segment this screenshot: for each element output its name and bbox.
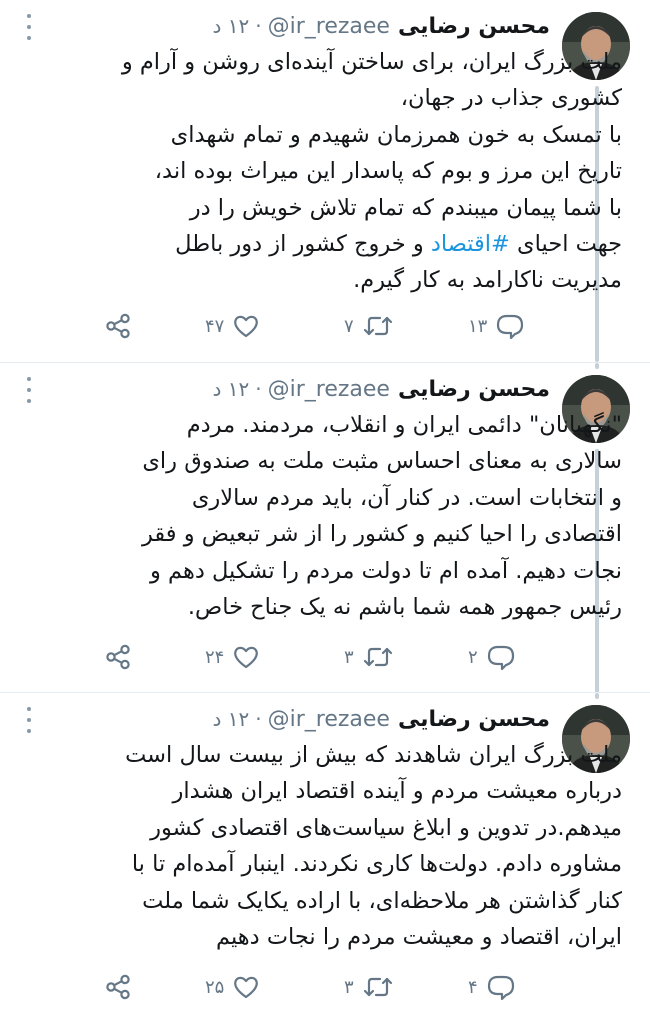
retweet-icon — [363, 647, 392, 667]
retweet-count: ۳ — [344, 646, 354, 668]
reply-icon — [497, 314, 524, 340]
text-line: کشوری جذاب در جهان، — [400, 85, 622, 112]
like-button[interactable]: ۲۴ — [205, 639, 260, 675]
heart-icon — [234, 646, 259, 669]
text-line: و انتخابات است. در کنار آن، باید مردم سا… — [191, 484, 622, 511]
text-line: میدهم.در تدوین و ابلاغ سیاست‌های اقتصادی… — [150, 814, 622, 841]
more-options-icon[interactable] — [24, 707, 34, 733]
share-button[interactable] — [104, 308, 132, 344]
text-line: "نگهبانان" دائمی ایران و انقلاب، مردمند.… — [186, 412, 622, 438]
text-line: مدیریت ناکارامد به کار گیرم. — [353, 267, 622, 294]
tweet-header: محسن رضایی @ir_rezaee · ۱۲ د — [213, 375, 551, 403]
text-line: ایران، اقتصاد و معیشت مردم را نجات دهیم — [216, 924, 622, 951]
action-bar: ۲۴ ۳ ۲ — [0, 639, 650, 675]
author-handle[interactable]: @ir_rezaee — [268, 14, 390, 39]
reply-button[interactable]: ۲ — [468, 639, 516, 675]
text-line: سالاری به معنای احساس مثبت ملت به صندوق … — [142, 448, 622, 475]
share-button[interactable] — [104, 639, 132, 675]
hashtag-link[interactable]: #اقتصاد — [431, 231, 510, 257]
text-line: مشاوره دادم. دولت‌ها کاری نکردند. اینبار… — [131, 851, 622, 878]
share-icon — [106, 974, 130, 1000]
reply-count: ۴ — [468, 976, 478, 998]
reply-icon — [487, 645, 514, 671]
author-name[interactable]: محسن رضایی — [398, 707, 550, 732]
reply-count: ۲ — [468, 646, 478, 668]
more-options-icon[interactable] — [24, 14, 34, 40]
text-line: با شما پیمان میبندم که تمام تلاش خویش را… — [189, 194, 622, 221]
text-line: درباره معیشت مردم و آینده اقتصاد ایران ه… — [172, 778, 622, 805]
author-name[interactable]: محسن رضایی — [398, 14, 550, 39]
retweet-count: ۳ — [344, 976, 354, 998]
retweet-icon — [363, 316, 392, 336]
like-count: ۲۵ — [205, 976, 225, 998]
retweet-button[interactable]: ۳ — [344, 639, 394, 675]
tweet-header: محسن رضایی @ir_rezaee · ۱۲ د — [213, 705, 551, 733]
author-name[interactable]: محسن رضایی — [398, 377, 550, 402]
author-handle[interactable]: @ir_rezaee — [268, 377, 390, 402]
thread-connector — [595, 363, 599, 369]
share-icon — [106, 313, 130, 339]
separator-dot: · — [255, 14, 262, 38]
tweet-thread: محسن رضایی @ir_rezaee · ۱۲ د ملت بزرگ ای… — [0, 0, 650, 1020]
action-bar: ۴۷ ۷ ۱۳ — [0, 308, 650, 344]
separator-dot: · — [255, 707, 262, 731]
text-line: نجات دهیم. آمده ام تا دولت مردم را تشکیل… — [149, 557, 622, 584]
text-line: ملت بزرگ ایران شاهدند که بیش از بیست سال… — [125, 742, 622, 768]
reply-count: ۱۳ — [468, 315, 488, 337]
separator-dot: · — [255, 377, 262, 401]
like-count: ۴۷ — [205, 315, 225, 337]
tweet-text: ملت بزرگ ایران، برای ساختن آینده‌ای روشن… — [14, 44, 622, 299]
retweet-button[interactable]: ۷ — [344, 308, 394, 344]
tweet-text: ملت بزرگ ایران شاهدند که بیش از بیست سال… — [14, 737, 622, 955]
more-options-icon[interactable] — [24, 377, 34, 403]
text-line: رئیس جمهور همه شما باشم نه یک جناح خاص. — [187, 594, 622, 621]
text-line: تاریخ این مرز و بوم که پاسدار این میراث … — [154, 158, 622, 185]
text-line: کنار گذاشتن هر ملاحظه‌ای، با اراده یکایک… — [142, 887, 622, 914]
retweet-button[interactable]: ۳ — [344, 969, 394, 1005]
tweet-header: محسن رضایی @ir_rezaee · ۱۲ د — [213, 12, 551, 40]
author-handle[interactable]: @ir_rezaee — [268, 707, 390, 732]
timestamp[interactable]: ۱۲ د — [213, 707, 250, 731]
thread-connector — [595, 693, 599, 699]
retweet-count: ۷ — [344, 315, 354, 337]
retweet-icon — [363, 977, 392, 997]
like-count: ۲۴ — [205, 646, 225, 668]
timestamp[interactable]: ۱۲ د — [213, 14, 250, 38]
heart-icon — [234, 315, 259, 338]
tweet[interactable]: محسن رضایی @ir_rezaee · ۱۲ د ملت بزرگ ای… — [0, 692, 650, 1021]
text-fragment: جهت احیای — [509, 231, 622, 258]
reply-button[interactable]: ۴ — [468, 969, 516, 1005]
like-button[interactable]: ۴۷ — [205, 308, 260, 344]
reply-icon — [487, 975, 514, 1001]
text-line: با تمسک به خون همرزمان شهیدم و تمام شهدا… — [170, 121, 622, 148]
text-fragment: و خروج کشور از دور باطل — [175, 231, 431, 258]
share-button[interactable] — [104, 969, 132, 1005]
tweet[interactable]: محسن رضایی @ir_rezaee · ۱۲ د "نگهبانان" … — [0, 362, 650, 693]
heart-icon — [234, 976, 259, 999]
tweet[interactable]: محسن رضایی @ir_rezaee · ۱۲ د ملت بزرگ ای… — [0, 0, 650, 362]
tweet-text: "نگهبانان" دائمی ایران و انقلاب، مردمند.… — [14, 407, 622, 625]
text-line: جهت احیای #اقتصاد و خروج کشور از دور باط… — [14, 226, 622, 262]
text-line: ملت بزرگ ایران، برای ساختن آینده‌ای روشن… — [121, 49, 622, 75]
timestamp[interactable]: ۱۲ د — [213, 377, 250, 401]
reply-button[interactable]: ۱۳ — [468, 308, 525, 344]
text-line: اقتصادی را احیا کنیم و کشور را از شر تبع… — [142, 521, 622, 548]
share-icon — [106, 644, 130, 670]
like-button[interactable]: ۲۵ — [205, 969, 260, 1005]
action-bar: ۲۵ ۳ ۴ — [0, 969, 650, 1005]
